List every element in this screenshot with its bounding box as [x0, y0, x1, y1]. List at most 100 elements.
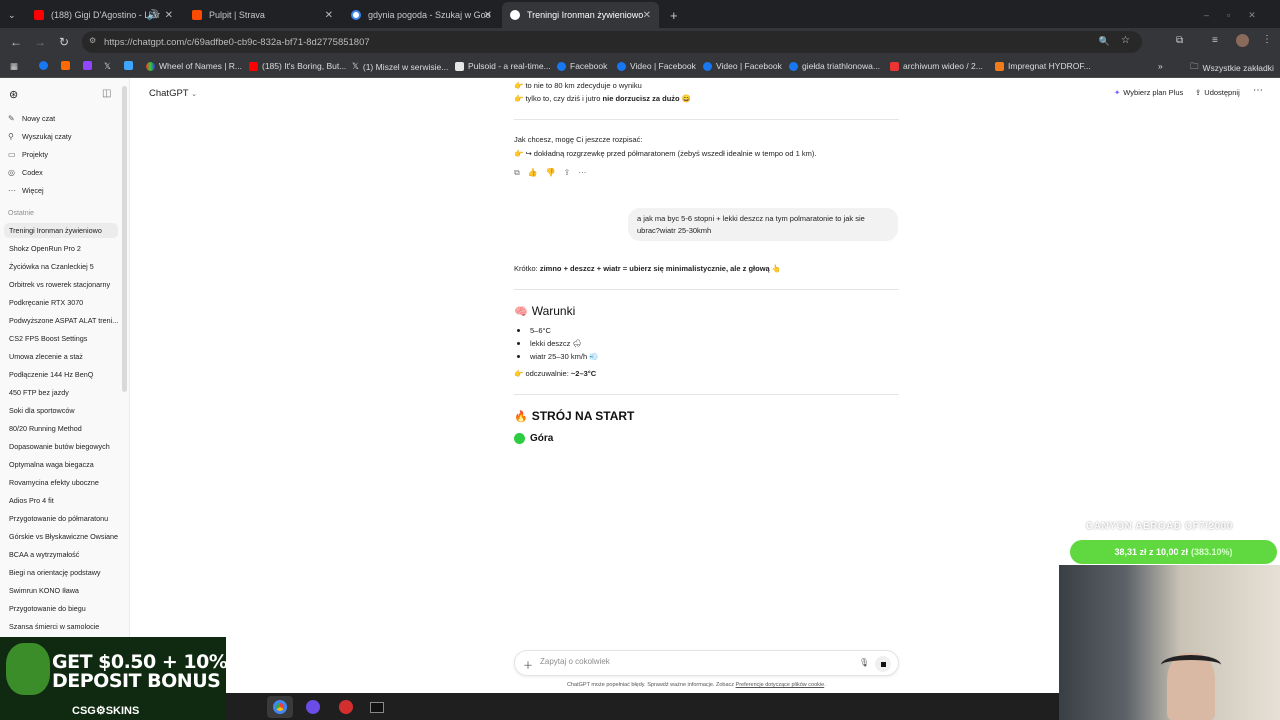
tab-title: (188) Gigi D'Agostino - L'Ar — [51, 10, 160, 20]
sidebar-chat-item[interactable]: Podkręcanie RTX 3070 — [4, 295, 118, 310]
sidebar-chat-item[interactable]: Optymalna waga biegacza — [4, 457, 118, 472]
x-icon[interactable]: 𝕏 — [104, 61, 111, 72]
bookmark-x[interactable]: 𝕏 (1) Miszel w serwisie... — [352, 61, 448, 72]
sidebar-toggle-icon[interactable]: ◫ — [102, 88, 111, 99]
bookmark-video-facebook[interactable]: Video | Facebook — [703, 61, 782, 71]
facebook-bookmark-icon[interactable] — [39, 61, 52, 70]
close-icon[interactable]: ✕ — [484, 10, 492, 21]
extensions-icon[interactable]: ⧉ — [1176, 35, 1183, 46]
sidebar-chat-item[interactable]: BCAA a wytrzymałość — [4, 547, 118, 562]
new-tab-button[interactable]: + — [662, 2, 682, 28]
tab-chatgpt[interactable]: Treningi Ironman żywieniowo ✕ — [502, 2, 659, 28]
close-icon[interactable]: ✕ — [643, 10, 651, 21]
sidebar-item-more[interactable]: ⋯ Więcej — [8, 186, 44, 195]
list-item: lekki deszcz 🌧 — [517, 339, 582, 348]
twitch-icon[interactable] — [83, 61, 96, 70]
sidebar-chat-item[interactable]: Rovamycina efekty uboczne — [4, 475, 118, 490]
sidebar-chat-item[interactable]: Szansa śmierci w samolocie — [4, 619, 118, 634]
sidebar-item-projects[interactable]: ▭ Projekty — [8, 150, 48, 159]
sidebar-chat-item[interactable]: Soki dla sportowców — [4, 403, 118, 418]
sidebar-scrollbar[interactable] — [122, 86, 127, 392]
bookmark-wheel-of-names[interactable]: Wheel of Names | R... — [146, 61, 242, 71]
sidebar-chat-item[interactable]: Podwyższone ASPAT ALAT treni... — [4, 313, 118, 328]
sidebar-item-codex[interactable]: ◎ Codex — [8, 168, 43, 177]
sidebar-chat-item[interactable]: Treningi Ironman żywieniowo — [4, 223, 118, 238]
sidebar-chat-item[interactable]: CS2 FPS Boost Settings — [4, 331, 118, 346]
browser-tab-bar: ⌄ (188) Gigi D'Agostino - L'Ar 🔊 ✕ Pulpi… — [0, 0, 1280, 28]
more-options-icon[interactable]: ⋯ — [1253, 85, 1263, 96]
forward-icon[interactable]: → — [28, 35, 52, 49]
sidebar-item-new-chat[interactable]: ✎ Nowy czat — [8, 114, 55, 123]
upgrade-plan-button[interactable]: ✦ Wybierz plan Plus — [1114, 88, 1183, 97]
window-controls[interactable]: –▫✕ — [1196, 2, 1276, 28]
bookmark-archiwum[interactable]: archiwum wideo / 2... — [890, 61, 983, 71]
share-button[interactable]: ⇪ Udostępnij — [1195, 88, 1240, 97]
sidebar-chat-item[interactable]: Adios Pro 4 fit — [4, 493, 118, 508]
sidebar-chat-item[interactable]: Swimrun KONO Iława — [4, 583, 118, 598]
more-icon[interactable]: ⋯ — [578, 168, 586, 178]
sidebar-chat-item[interactable]: 80/20 Running Method — [4, 421, 118, 436]
sidebar-chat-item[interactable]: 450 FTP bez jazdy — [4, 385, 118, 400]
reload-icon[interactable]: ↻ — [52, 35, 76, 49]
copy-icon[interactable]: ⧉ — [514, 168, 520, 178]
microphone-icon[interactable]: 🎙 — [859, 658, 869, 667]
green-circle-icon — [514, 433, 525, 444]
bookmark-impregnat[interactable]: Impregnat HYDROF... — [995, 61, 1091, 71]
sidebar-chat-item[interactable]: Umowa zlecenie a staż — [4, 349, 118, 364]
app-taskbar-icon[interactable] — [300, 696, 326, 718]
thumbs-up-icon[interactable]: 👍 — [528, 168, 538, 178]
openai-logo-icon[interactable]: ⊛ — [9, 88, 18, 101]
bookmark-star-icon[interactable]: ☆ — [1121, 35, 1130, 46]
sidebar-chat-item[interactable]: Orbitrek vs rowerek stacjonarny — [4, 277, 118, 292]
cookie-preferences-link[interactable]: Preferencje dotyczące plików cookie — [736, 682, 825, 688]
bookmark-facebook[interactable]: Facebook — [557, 61, 607, 71]
model-selector[interactable]: ChatGPT ⌄ — [149, 88, 197, 99]
prompt-input[interactable] — [540, 657, 840, 666]
app-taskbar-icon[interactable] — [333, 696, 359, 718]
webcam-feed — [1059, 565, 1280, 720]
tab-strava[interactable]: Pulpit | Strava ✕ — [184, 2, 341, 28]
bookmark-gielda[interactable]: giełda triathlonowa... — [789, 61, 880, 71]
close-icon[interactable]: ✕ — [325, 10, 333, 21]
sidebar-chat-item[interactable]: Górskie vs Błyskawiczne Owsiane — [4, 529, 118, 544]
tab-google[interactable]: gdynia pogoda - Szukaj w Goo ✕ — [343, 2, 500, 28]
address-bar-row: ← → ↻ ⚙ https://chatgpt.com/c/69adfbe0-c… — [0, 28, 1280, 56]
bookmark-youtube[interactable]: (185) It's Boring, But... — [249, 61, 346, 71]
chrome-taskbar-icon[interactable] — [267, 696, 293, 718]
sidebar-chat-item[interactable]: Podłączenie 144 Hz BenQ — [4, 367, 118, 382]
bookmark-pulsoid[interactable]: Pulsoid - a real-time... — [455, 61, 551, 71]
share-icon[interactable]: ⇪ — [564, 168, 571, 178]
zoom-icon[interactable]: 🔍 — [1099, 36, 1110, 47]
profile-avatar[interactable] — [1236, 34, 1249, 47]
list-item: 5–6°C — [517, 326, 551, 335]
chevron-right-icon[interactable]: » — [1158, 61, 1163, 71]
back-icon[interactable]: ← — [4, 35, 28, 49]
sidebar-chat-item[interactable]: Dopasowanie butów biegowych — [4, 439, 118, 454]
plus-icon[interactable]: ＋ — [523, 657, 533, 672]
bookmark-video-facebook[interactable]: Video | Facebook — [617, 61, 696, 71]
bookmark-icon[interactable] — [61, 61, 74, 70]
sidebar-chat-item[interactable]: Biegi na orientację podstawy — [4, 565, 118, 580]
fire-icon: 🔥 — [514, 410, 528, 423]
url-field[interactable]: ⚙ https://chatgpt.com/c/69adfbe0-cb9c-83… — [82, 31, 1142, 53]
tab-list-button[interactable]: ⌄ — [4, 2, 24, 28]
tab-youtube[interactable]: (188) Gigi D'Agostino - L'Ar 🔊 ✕ — [26, 2, 181, 28]
site-info-icon[interactable]: ⚙ — [89, 36, 96, 45]
sidebar-item-search[interactable]: ⚲ Wyszukaj czaty — [8, 132, 71, 141]
sidebar-chat-item[interactable]: Życiówka na Czanleckiej 5 — [4, 259, 118, 274]
mascot-image — [6, 643, 50, 695]
media-icon[interactable]: ≡ — [1212, 35, 1218, 46]
apps-icon[interactable]: ▦ — [10, 61, 18, 72]
terminal-taskbar-icon[interactable] — [364, 696, 390, 718]
stop-button[interactable] — [875, 656, 891, 672]
speaker-icon[interactable]: 🔊 — [147, 10, 159, 21]
sidebar-chat-item[interactable]: Shokz OpenRun Pro 2 — [4, 241, 118, 256]
brain-icon: 🧠 — [514, 305, 528, 318]
sidebar-chat-item[interactable]: Przygotowanie do półmaratonu — [4, 511, 118, 526]
all-bookmarks-folder[interactable]: 🗀 Wszystkie zakładki — [1190, 61, 1274, 75]
thumbs-down-icon[interactable]: 👎 — [546, 168, 556, 178]
sidebar-chat-item[interactable]: Przygotowanie do biegu — [4, 601, 118, 616]
bookmark-icon[interactable] — [124, 61, 137, 70]
menu-icon[interactable]: ⋮ — [1262, 34, 1272, 45]
close-icon[interactable]: ✕ — [165, 10, 173, 21]
